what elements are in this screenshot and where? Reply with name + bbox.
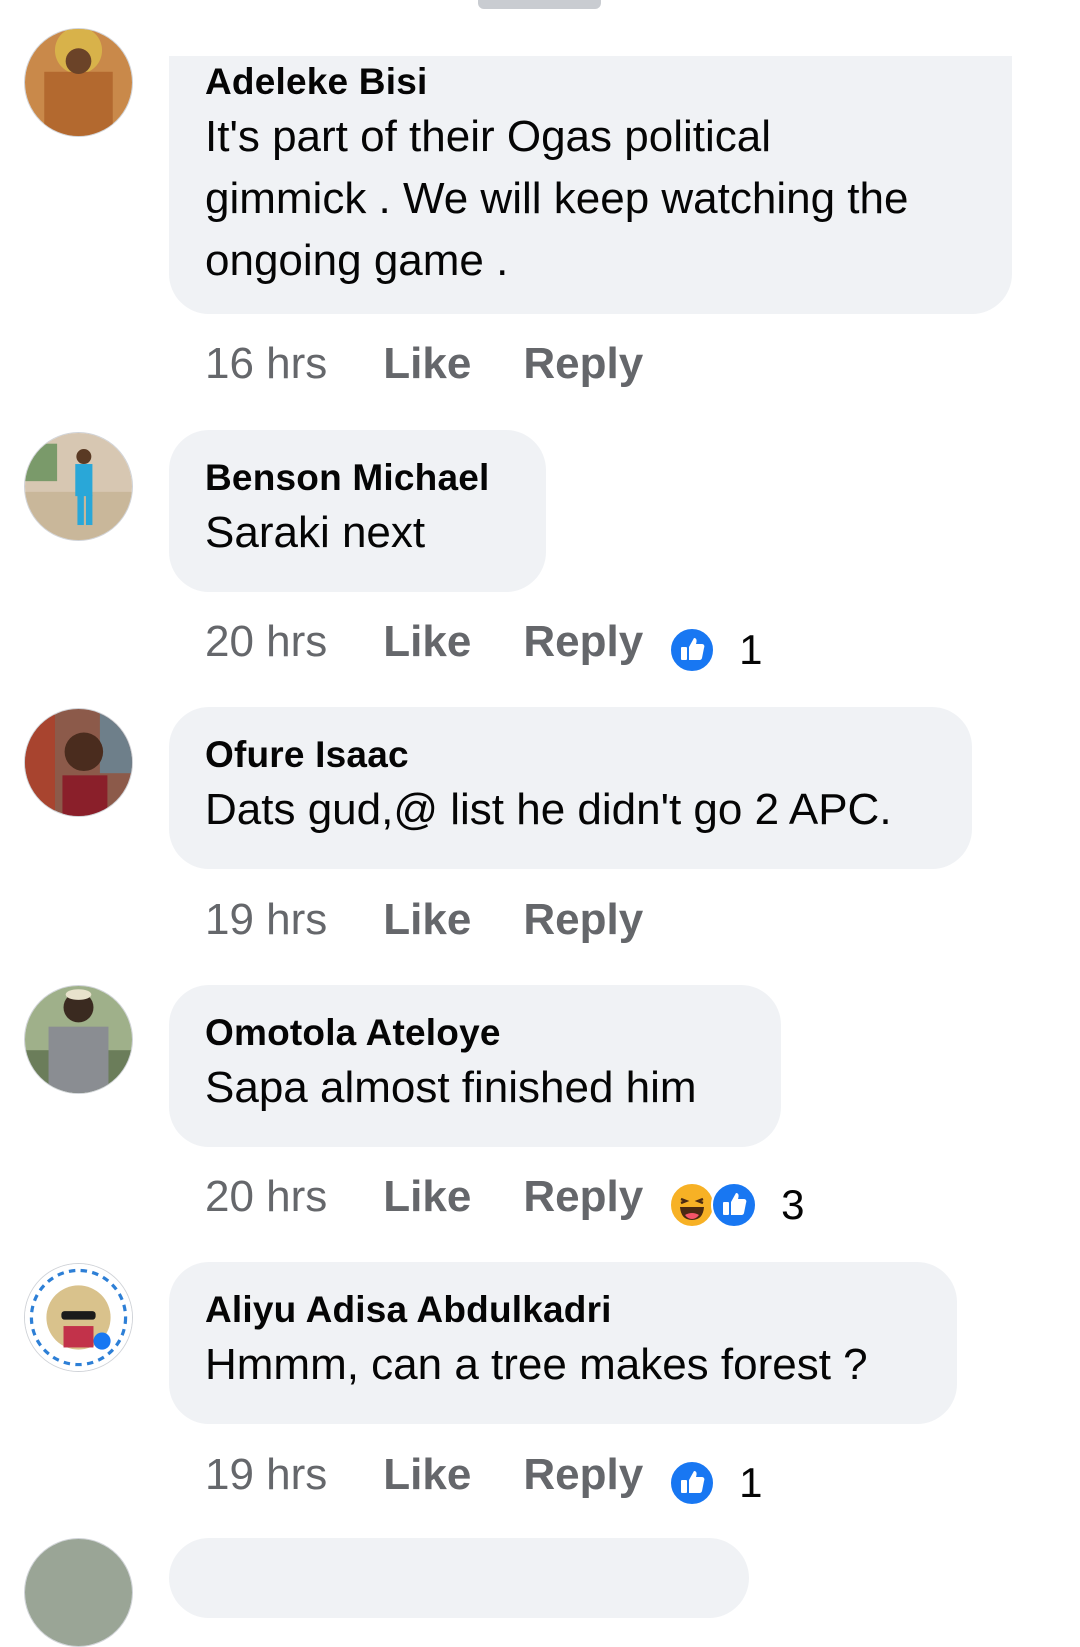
comment-bubble: Adeleke Bisi It's part of their Ogas pol… [169, 56, 1012, 314]
comment-timestamp[interactable]: 20 hrs [205, 1172, 327, 1222]
avatar[interactable] [24, 432, 133, 541]
comment-timestamp[interactable]: 20 hrs [205, 617, 327, 667]
comment-actions: 20 hrs Like Reply 3 [205, 1167, 805, 1229]
like-button[interactable]: Like [383, 1450, 471, 1500]
comment-text: Hmmm, can a tree makes forest ? [205, 1340, 868, 1389]
comment-text: It's part of their Ogas political gimmic… [205, 112, 909, 285]
reply-button[interactable]: Reply [523, 617, 643, 667]
comment-timestamp[interactable]: 16 hrs [205, 339, 327, 389]
comment-timestamp[interactable]: 19 hrs [205, 895, 327, 945]
comment-author[interactable]: Omotola Ateloye [205, 1011, 745, 1055]
comment-author[interactable]: Adeleke Bisi [205, 60, 976, 104]
comment-author[interactable]: Ofure Isaac [205, 733, 936, 777]
comment-author[interactable]: Benson Michael [205, 456, 510, 500]
comment-bubble: Omotola Ateloye Sapa almost finished him [169, 985, 781, 1147]
like-reaction-icon [711, 1182, 758, 1228]
comment-bubble: Ofure Isaac Dats gud,@ list he didn't go… [169, 707, 972, 869]
comment-author[interactable]: Aliyu Adisa Abdulkadri [205, 1288, 921, 1332]
reply-button[interactable]: Reply [523, 1450, 643, 1500]
comment-actions: 19 hrs Like Reply [205, 890, 643, 950]
comment-timestamp[interactable]: 19 hrs [205, 1450, 327, 1500]
reaction-count: 1 [739, 1459, 763, 1506]
comment-actions: 19 hrs Like Reply 1 [205, 1445, 763, 1507]
like-reaction-icon [669, 1460, 716, 1506]
comment-text: Dats gud,@ list he didn't go 2 APC. [205, 785, 892, 834]
comment-actions: 16 hrs Like Reply [205, 334, 643, 394]
comment-actions: 20 hrs Like Reply 1 [205, 612, 763, 674]
reaction-count: 1 [739, 626, 763, 673]
like-button[interactable]: Like [383, 617, 471, 667]
like-button[interactable]: Like [383, 895, 471, 945]
comment-bubble [169, 1538, 749, 1618]
avatar[interactable] [24, 1538, 133, 1647]
reaction-summary[interactable]: 1 [669, 1459, 763, 1507]
like-button[interactable]: Like [383, 339, 471, 389]
reply-button[interactable]: Reply [523, 895, 643, 945]
reaction-summary[interactable]: 1 [669, 626, 763, 674]
reply-button[interactable]: Reply [523, 339, 643, 389]
reply-button[interactable]: Reply [523, 1172, 643, 1222]
avatar[interactable] [24, 985, 133, 1094]
avatar[interactable] [24, 1263, 133, 1372]
comment-bubble: Benson Michael Saraki next [169, 430, 546, 592]
like-reaction-icon [669, 627, 716, 673]
comment-text: Sapa almost finished him [205, 1063, 697, 1112]
like-button[interactable]: Like [383, 1172, 471, 1222]
comment-bubble: Aliyu Adisa Abdulkadri Hmmm, can a tree … [169, 1262, 957, 1424]
comment-text: Saraki next [205, 508, 426, 557]
avatar[interactable] [24, 28, 133, 137]
reaction-count: 3 [781, 1181, 805, 1228]
sheet-drag-handle[interactable] [478, 0, 601, 9]
haha-reaction-icon [669, 1182, 716, 1228]
reaction-summary[interactable]: 3 [669, 1181, 805, 1229]
avatar[interactable] [24, 708, 133, 817]
